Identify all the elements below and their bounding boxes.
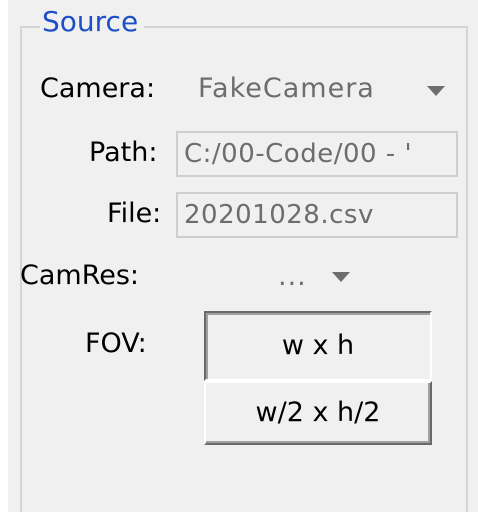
camres-selected-value: ... xyxy=(278,261,307,292)
path-value: C:/00-Code/00 - ' xyxy=(184,139,413,169)
path-label: Path: xyxy=(89,137,158,168)
file-label: File: xyxy=(107,198,162,229)
fov-option-half-button[interactable]: w/2 x h/2 xyxy=(204,381,432,445)
camera-label: Camera: xyxy=(40,73,156,104)
file-value: 20201028.csv xyxy=(184,200,374,230)
camera-combo[interactable]: FakeCamera xyxy=(192,68,458,108)
fov-label: FOV: xyxy=(85,328,147,359)
camera-selected-value: FakeCamera xyxy=(198,73,375,104)
path-field[interactable]: C:/00-Code/00 - ' xyxy=(176,131,458,177)
camres-label: CamRes: xyxy=(20,260,140,291)
window-root: Source Camera: FakeCamera Path: C:/00-Co… xyxy=(0,0,478,512)
chevron-down-icon xyxy=(332,272,350,282)
source-group-title: Source xyxy=(40,4,145,34)
camres-combo[interactable]: ... xyxy=(176,256,376,296)
chevron-down-icon xyxy=(427,86,445,96)
file-field[interactable]: 20201028.csv xyxy=(176,192,458,238)
fov-option-full-button[interactable]: w x h xyxy=(204,311,432,381)
